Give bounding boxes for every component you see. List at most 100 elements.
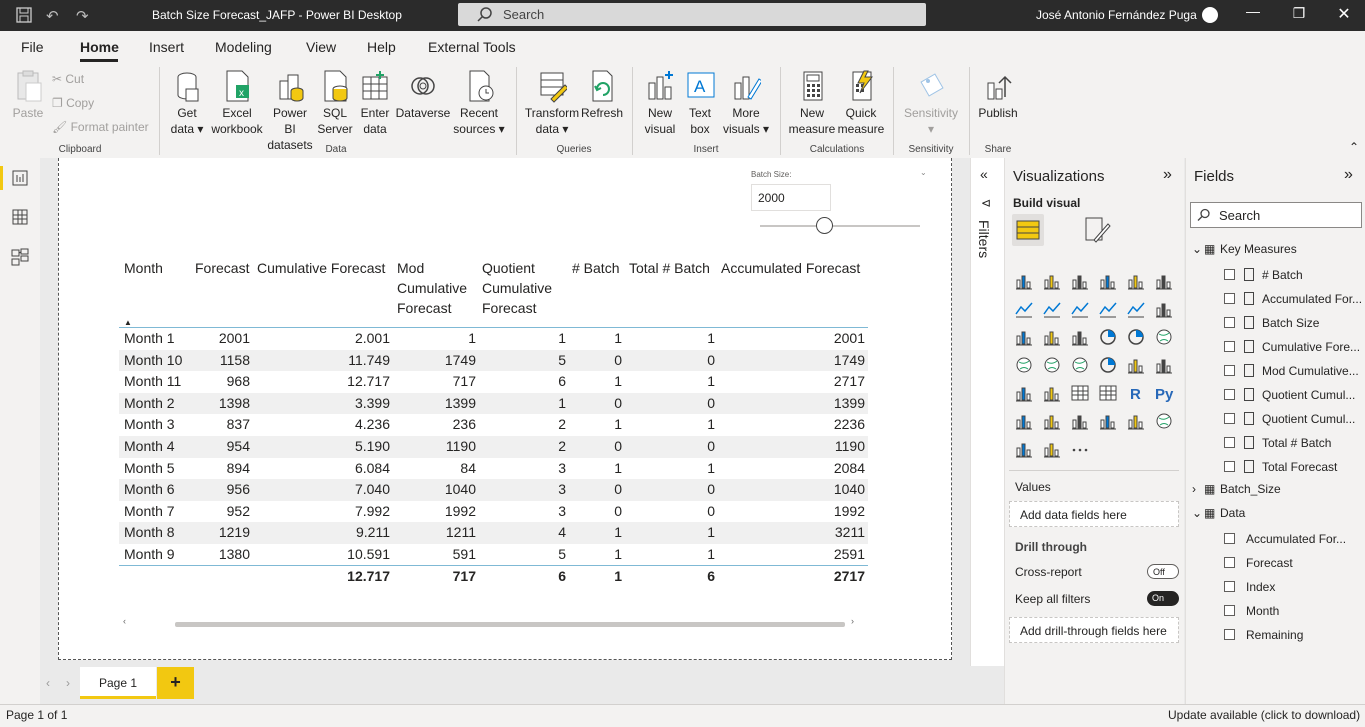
table-icon[interactable] <box>1071 384 1089 402</box>
horizontal-scrollbar[interactable]: ‹ › <box>120 616 860 629</box>
build-visual-tab[interactable] <box>1012 214 1044 246</box>
tab-home[interactable]: Home <box>80 39 119 55</box>
donut-chart-icon[interactable] <box>1127 328 1145 346</box>
sql-server-button[interactable]: SQL Server <box>315 69 355 137</box>
restore-icon[interactable]: ❐ <box>1289 5 1309 22</box>
card-icon[interactable] <box>1127 356 1145 374</box>
pie-chart-icon[interactable] <box>1099 328 1117 346</box>
clustered-bar-chart-icon[interactable] <box>1071 272 1089 290</box>
tab-view[interactable]: View <box>306 39 336 55</box>
expand-filters-icon[interactable]: « <box>980 166 988 182</box>
python-visual-icon[interactable]: Py <box>1155 384 1174 403</box>
decomposition-tree-icon[interactable] <box>1043 412 1061 430</box>
field-item[interactable]: Month <box>1224 602 1362 620</box>
report-view-icon[interactable] <box>10 169 30 187</box>
ribbon-chart-icon[interactable] <box>1155 300 1173 318</box>
field-checkbox[interactable] <box>1224 413 1235 424</box>
slicer-icon[interactable] <box>1043 384 1061 402</box>
tab-help[interactable]: Help <box>367 39 396 55</box>
field-item[interactable]: Batch Size <box>1224 314 1362 332</box>
funnel-chart-icon[interactable] <box>1043 328 1061 346</box>
kpi-icon[interactable] <box>1015 384 1033 402</box>
column-header-month[interactable]: Month <box>124 258 163 278</box>
column-header-accumulated-forecast[interactable]: Accumulated Forecast <box>721 258 860 278</box>
column-header-batch[interactable]: # Batch <box>572 258 619 278</box>
collapse-fields-icon[interactable]: » <box>1344 166 1353 184</box>
tab-file[interactable]: File <box>21 39 44 55</box>
line-and-clustered-column-chart-icon[interactable] <box>1127 300 1145 318</box>
cross-report-toggle[interactable]: Off <box>1147 564 1179 579</box>
shape-map-icon[interactable] <box>1071 356 1089 374</box>
enter-data-button[interactable]: Enter data <box>356 69 394 137</box>
stacked-bar-chart-icon[interactable] <box>1015 272 1033 290</box>
get-data-button[interactable]: Get data ▾ <box>166 69 208 137</box>
field-item[interactable]: Total Forecast <box>1224 458 1362 476</box>
transform-data-button[interactable]: Transform data ▾ <box>524 69 580 137</box>
chevron-down-icon[interactable]: ⌄ <box>1192 506 1204 520</box>
fields-search-input[interactable]: Search <box>1190 202 1362 228</box>
table-row[interactable]: Month 9 1380 10.591 591 5 1 1 2591 <box>119 544 868 566</box>
clustered-column-chart-icon[interactable] <box>1099 272 1117 290</box>
table-row[interactable]: Month 11 968 12.717 717 6 1 1 2717 <box>119 371 868 393</box>
matrix-icon[interactable] <box>1099 384 1117 402</box>
more-visuals-button[interactable]: More visuals ▾ <box>720 69 772 137</box>
paginated-report-icon[interactable] <box>1127 412 1145 430</box>
field-checkbox[interactable] <box>1224 293 1235 304</box>
drill-through-drop-well[interactable]: Add drill-through fields here <box>1009 617 1179 643</box>
scrollbar-thumb[interactable] <box>175 622 845 627</box>
field-item[interactable]: Cumulative Fore... <box>1224 338 1362 356</box>
field-item[interactable]: Quotient Cumul... <box>1224 386 1362 404</box>
table-row[interactable]: Month 4 954 5.190 1190 2 0 0 1190 <box>119 436 868 458</box>
scroll-left-icon[interactable]: ‹ <box>123 616 126 626</box>
recent-sources-button[interactable]: Recent sources ▾ <box>452 69 506 137</box>
field-checkbox[interactable] <box>1224 317 1235 328</box>
stacked-column-chart-icon[interactable] <box>1043 272 1061 290</box>
prev-page-icon[interactable]: ‹ <box>46 676 50 690</box>
power-apps-icon[interactable] <box>1015 440 1033 458</box>
new-visual-button[interactable]: New visual <box>640 69 680 137</box>
save-icon[interactable] <box>16 7 32 27</box>
data-view-icon[interactable] <box>10 208 30 226</box>
field-item[interactable]: Accumulated For... <box>1224 530 1362 548</box>
minimize-icon[interactable]: — <box>1243 3 1263 19</box>
field-item[interactable]: Mod Cumulative... <box>1224 362 1362 380</box>
format-visual-tab[interactable] <box>1080 214 1112 246</box>
multi-row-card-icon[interactable] <box>1155 356 1173 374</box>
filters-pane-collapsed[interactable]: « ⊲ Filters <box>970 158 1004 666</box>
field-checkbox[interactable] <box>1224 461 1235 472</box>
field-item[interactable]: Total # Batch <box>1224 434 1362 452</box>
field-table-data[interactable]: ⌄ ▦ Data <box>1192 506 1245 520</box>
field-checkbox[interactable] <box>1224 437 1235 448</box>
next-page-icon[interactable]: › <box>66 676 70 690</box>
table-row[interactable]: Month 2 1398 3.399 1399 1 0 0 1399 <box>119 392 868 415</box>
field-item[interactable]: Accumulated For... <box>1224 290 1362 308</box>
add-page-button[interactable]: + <box>157 667 194 699</box>
filled-map-icon[interactable] <box>1043 356 1061 374</box>
search-input[interactable]: Search <box>458 3 926 26</box>
batch-size-input[interactable]: 2000 <box>751 184 831 211</box>
table-row[interactable]: Month 5 894 6.084 84 3 1 1 2084 <box>119 458 868 480</box>
slider-track[interactable] <box>760 225 920 227</box>
field-checkbox[interactable] <box>1224 605 1235 616</box>
dataverse-button[interactable]: Dataverse <box>395 69 451 121</box>
table-row[interactable]: Month 7 952 7.992 1992 3 0 0 1992 <box>119 501 868 523</box>
field-checkbox[interactable] <box>1224 629 1235 640</box>
table-row[interactable]: Month 8 1219 9.211 1211 4 1 1 3211 <box>119 522 868 544</box>
table-row[interactable]: Month 1 2001 2.001 1 1 1 1 2001 <box>119 328 868 350</box>
text-box-button[interactable]: A Text box <box>681 69 719 137</box>
field-checkbox[interactable] <box>1224 581 1235 592</box>
gauge-icon[interactable] <box>1099 356 1117 374</box>
tab-insert[interactable]: Insert <box>149 39 184 55</box>
100-stacked-bar-chart-icon[interactable] <box>1127 272 1145 290</box>
scroll-right-icon[interactable]: › <box>851 616 854 626</box>
update-available-link[interactable]: Update available (click to download) <box>1168 708 1360 722</box>
refresh-button[interactable]: Refresh <box>581 69 623 121</box>
power-automate-icon[interactable] <box>1043 440 1061 458</box>
values-drop-well[interactable]: Add data fields here <box>1009 501 1179 527</box>
smart-narrative-icon[interactable] <box>1099 412 1117 430</box>
column-header-quotient-cumulative-forecast[interactable]: Quotient Cumulative Forecast <box>482 258 552 318</box>
waterfall-chart-icon[interactable] <box>1015 328 1033 346</box>
map-icon[interactable] <box>1015 356 1033 374</box>
chevron-right-icon[interactable]: › <box>1192 482 1204 496</box>
field-table-batch-size[interactable]: › ▦ Batch_Size <box>1192 482 1281 496</box>
